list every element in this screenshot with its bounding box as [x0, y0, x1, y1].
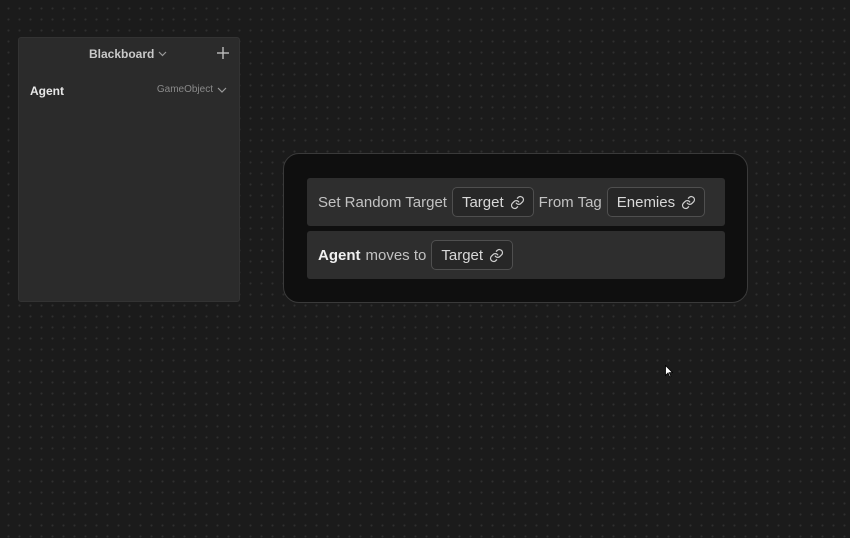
- action-subject: Agent: [318, 246, 361, 264]
- target-variable-pill[interactable]: Target: [431, 240, 514, 270]
- link-icon: [490, 248, 504, 262]
- action-agent-moves-to[interactable]: Agent moves to Target: [307, 231, 725, 279]
- blackboard-title-dropdown[interactable]: Blackboard: [89, 47, 167, 61]
- chevron-down-icon: [217, 87, 227, 93]
- link-icon: [510, 195, 524, 209]
- link-icon: [682, 195, 696, 209]
- pill-label: Target: [461, 193, 504, 211]
- mouse-cursor-icon: [665, 365, 673, 378]
- action-text: moves to: [365, 246, 427, 264]
- pill-label: Target: [441, 246, 484, 264]
- variable-type-dropdown[interactable]: GameObject: [157, 84, 227, 95]
- action-text: Set Random Target: [318, 193, 447, 211]
- chevron-down-icon: [158, 51, 167, 57]
- blackboard-header: Blackboard: [19, 38, 239, 72]
- target-variable-pill[interactable]: Target: [451, 187, 534, 217]
- sequence-node[interactable]: Set Random Target Target From Tag Enemie…: [283, 153, 748, 303]
- variable-type: GameObject: [156, 84, 213, 95]
- plus-icon[interactable]: [215, 45, 231, 61]
- variable-name: Agent: [30, 84, 64, 98]
- blackboard-variable-row[interactable]: Agent GameObject: [19, 82, 239, 100]
- action-set-random-target[interactable]: Set Random Target Target From Tag Enemie…: [307, 178, 725, 226]
- tag-variable-pill[interactable]: Enemies: [606, 187, 706, 217]
- blackboard-title: Blackboard: [89, 47, 155, 61]
- action-text: From Tag: [538, 193, 602, 211]
- pill-label: Enemies: [616, 193, 676, 211]
- blackboard-panel: Blackboard Agent GameObject: [18, 37, 240, 302]
